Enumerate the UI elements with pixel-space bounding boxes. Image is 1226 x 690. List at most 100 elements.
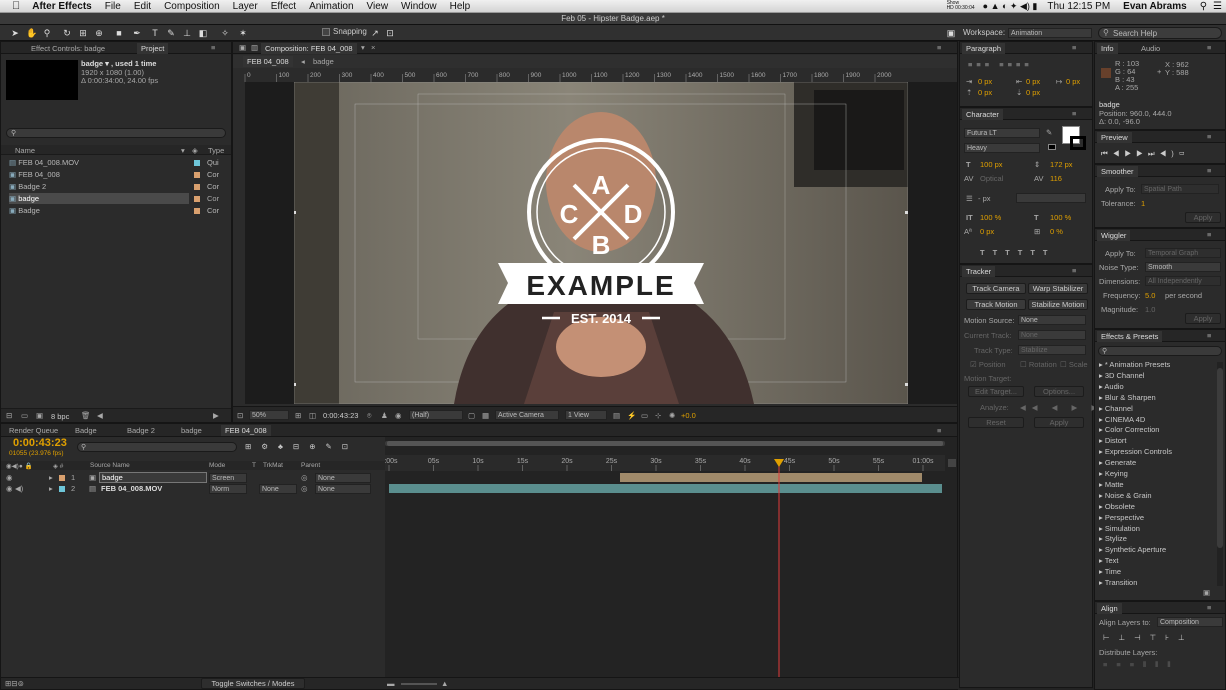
tab-audio[interactable]: Audio — [1137, 43, 1164, 54]
viewer-timecode[interactable]: 0:00:43:23 — [323, 411, 358, 420]
recording-indicator[interactable]: Show HD 00:30:04 — [947, 1, 975, 11]
timeline-graph[interactable]: 0:00s 05s 10s 15s 20s 25s 30s 35s 40s 45s 50s 55s 01… — [385, 437, 957, 689]
menu-layer[interactable]: Layer — [233, 1, 258, 12]
panel-menu-icon[interactable]: ≡ — [1207, 132, 1211, 141]
black-swatch[interactable] — [1048, 144, 1056, 150]
position-checkbox[interactable]: ☑ Position — [970, 360, 1006, 369]
snapping-checkbox[interactable] — [322, 28, 330, 36]
stroke-color-swatch[interactable] — [1070, 136, 1086, 150]
align-to-dropdown[interactable]: Composition — [1157, 617, 1223, 627]
zoom-out-icon[interactable]: ▬ — [387, 679, 395, 688]
edit-target-button[interactable]: Edit Target... — [968, 386, 1024, 397]
label-color[interactable] — [194, 196, 200, 202]
snap-grid-icon[interactable]: ⊡ — [385, 28, 395, 38]
menu-animation[interactable]: Animation — [309, 1, 353, 12]
tsume[interactable]: 0 % — [1050, 227, 1063, 236]
vertical-scale[interactable]: 100 % — [980, 213, 1001, 222]
layer-name[interactable]: FEB 04_008.MOV — [101, 484, 162, 493]
tab-badge[interactable]: Badge — [71, 425, 101, 436]
channel-icon[interactable]: ◉ — [395, 411, 402, 420]
stabilize-motion-button[interactable]: Stabilize Motion — [1028, 299, 1088, 310]
tab-badge-2[interactable]: Badge 2 — [123, 425, 159, 436]
stroke-width[interactable]: - px — [978, 194, 991, 203]
tab-effects-presets[interactable]: Effects & Presets — [1097, 331, 1163, 342]
label-color[interactable] — [194, 184, 200, 190]
pan-behind-tool-icon[interactable]: ⊕ — [94, 28, 104, 38]
layer-mode-dropdown[interactable]: Norm — [209, 484, 247, 494]
vertical-ruler[interactable] — [233, 82, 245, 402]
font-family-dropdown[interactable]: Futura LT — [964, 128, 1040, 138]
motion-source-dropdown[interactable]: None — [1018, 315, 1086, 325]
effects-category[interactable]: ▸ Obsolete — [1099, 502, 1135, 511]
track-motion-button[interactable]: Track Motion — [966, 299, 1026, 310]
new-folder-icon[interactable]: ▭ — [21, 411, 28, 420]
col-mode[interactable]: Mode — [209, 462, 225, 469]
dimensions-dropdown[interactable]: All Independently — [1145, 276, 1221, 286]
panel-menu-icon[interactable]: ≡ — [1207, 166, 1211, 175]
toggle-switches-button[interactable]: Toggle Switches / Modes — [201, 678, 305, 689]
menu-app[interactable]: After Effects — [32, 1, 91, 12]
frequency-value[interactable]: 5.0 — [1145, 291, 1155, 300]
label-col-icon[interactable]: ◈ # — [53, 462, 63, 470]
effects-category[interactable]: ▸ Keying — [1099, 469, 1128, 478]
view-layout-dropdown[interactable]: 1 View — [565, 410, 607, 420]
resolution-dropdown[interactable]: (Half) — [409, 410, 463, 420]
tab-tracker[interactable]: Tracker — [962, 266, 996, 277]
project-item[interactable]: ▣ Badge Cor — [9, 205, 229, 216]
roto-tool-icon[interactable]: ✧ — [220, 28, 230, 38]
indent-left[interactable]: 0 px — [978, 77, 992, 86]
menu-user[interactable]: Evan Abrams — [1123, 1, 1187, 12]
faux-style-buttons[interactable]: TTTTTT — [980, 248, 1056, 257]
tab-feb-04-008[interactable]: FEB 04_008 — [221, 425, 271, 436]
effects-category[interactable]: ▸ Expression Controls — [1099, 447, 1172, 456]
space-after[interactable]: 0 px — [1026, 88, 1040, 97]
tab-preview[interactable]: Preview — [1097, 132, 1132, 143]
baseline-shift[interactable]: 0 px — [980, 227, 994, 236]
spotlight-icon[interactable]: ⚲ — [1200, 1, 1207, 12]
workspace-dropdown[interactable]: Animation — [1008, 28, 1092, 38]
horizontal-scale[interactable]: 100 % — [1050, 213, 1071, 222]
snap-option-icon[interactable]: ↗ — [370, 28, 380, 38]
apple-icon[interactable]:  — [12, 0, 20, 12]
footer-icons[interactable]: ⊞⊟⊚ — [5, 679, 24, 688]
font-size[interactable]: 100 px — [980, 160, 1003, 169]
label-col-icon[interactable]: ◈ — [192, 146, 198, 155]
col-parent[interactable]: Parent — [301, 462, 320, 469]
exposure-value[interactable]: +0.0 — [681, 411, 696, 420]
stroke-style-dropdown[interactable] — [1016, 193, 1086, 203]
fast-preview-icon[interactable]: ⚡ — [627, 411, 636, 420]
eraser-tool-icon[interactable]: ◧ — [198, 28, 208, 38]
tab-project[interactable]: Project — [137, 43, 169, 54]
wiggler-apply-to-dropdown[interactable]: Temporal Graph — [1145, 248, 1221, 258]
zoom-dropdown[interactable]: 50% — [249, 410, 289, 420]
smoother-apply-to-dropdown[interactable]: Spatial Path — [1141, 184, 1219, 194]
reset-button[interactable]: Reset — [968, 417, 1024, 428]
notification-icon[interactable]: ☰ — [1213, 1, 1222, 12]
justify-buttons[interactable]: ≡≡≡ ≡≡≡≡ — [968, 60, 1033, 69]
tab-align[interactable]: Align — [1097, 603, 1122, 614]
tracking[interactable]: 116 — [1050, 174, 1062, 183]
label-color[interactable] — [194, 160, 200, 166]
panel-menu-icon[interactable]: ≡ — [1207, 43, 1211, 52]
clone-tool-icon[interactable]: ⊥ — [182, 28, 192, 38]
effects-search-input[interactable]: ⚲ — [1098, 346, 1222, 356]
sort-icon[interactable]: ▾ — [181, 146, 185, 155]
effects-category[interactable]: ▸ CINEMA 4D — [1099, 415, 1145, 424]
transparency-grid-icon[interactable]: ▦ — [482, 411, 489, 420]
panel-menu-icon[interactable]: ≡ — [1072, 266, 1076, 275]
scroll-right-icon[interactable]: ▶ — [213, 411, 219, 420]
panel-menu-icon[interactable]: ≡ — [1207, 603, 1211, 612]
effects-category[interactable]: ▸ Synthetic Aperture — [1099, 545, 1166, 554]
bpc-button[interactable]: 8 bpc — [51, 412, 69, 421]
panel-menu-icon[interactable]: ≡ — [1072, 109, 1076, 118]
visibility-icon[interactable]: ◉ — [6, 473, 13, 482]
indent-right[interactable]: 0 px — [1026, 77, 1040, 86]
snapshot-icon[interactable]: ⌾ — [367, 411, 372, 421]
options-button[interactable]: Options... — [1034, 386, 1084, 397]
effects-category[interactable]: ▸ Transition — [1099, 578, 1137, 587]
col-name[interactable]: Name — [15, 146, 35, 155]
font-style-dropdown[interactable]: Heavy — [964, 143, 1040, 153]
timeline-search-input[interactable]: ⚲ — [77, 442, 237, 452]
effects-category[interactable]: ▸ Blur & Sharpen — [1099, 393, 1156, 402]
tab-character[interactable]: Character — [962, 109, 1003, 120]
